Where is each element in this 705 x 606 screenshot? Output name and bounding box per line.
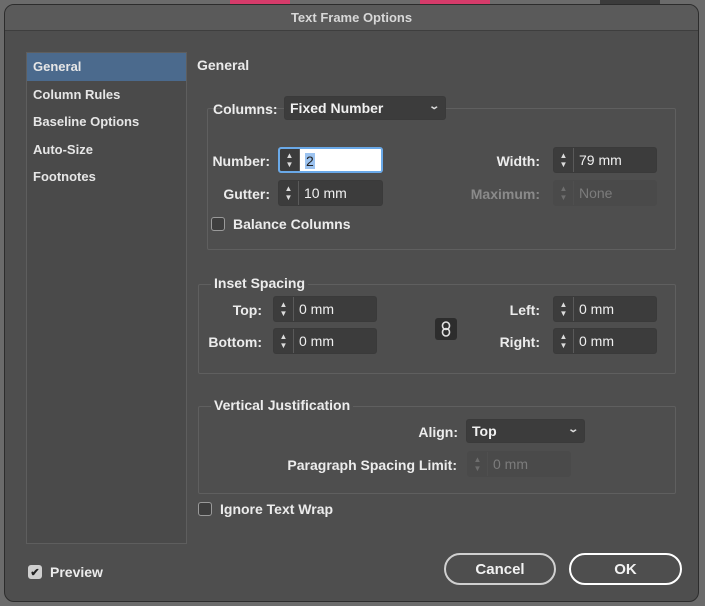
inset-right-stepper[interactable]: ▲ ▼ 0 mm [553, 328, 657, 354]
stepper-arrows-icon[interactable]: ▲ ▼ [554, 297, 574, 321]
paragraph-spacing-stepper: ▲ ▼ 0 mm [467, 451, 571, 477]
gutter-input[interactable]: 10 mm [299, 181, 382, 205]
maximum-label: Maximum: [470, 186, 540, 202]
inset-bottom-stepper[interactable]: ▲ ▼ 0 mm [273, 328, 377, 354]
inset-bottom-input[interactable]: 0 mm [294, 329, 376, 353]
align-label: Align: [418, 424, 458, 440]
balance-columns-label: Balance Columns [233, 216, 351, 232]
sidebar-item-column-rules[interactable]: Column Rules [27, 81, 186, 109]
inset-bottom-label: Bottom: [208, 334, 262, 350]
preview-checkbox[interactable]: ✔ Preview [28, 564, 103, 580]
stepper-arrows-icon[interactable]: ▲ ▼ [274, 297, 294, 321]
sidebar-item-baseline-options[interactable]: Baseline Options [27, 108, 186, 136]
chevron-down-icon: ⌄ [427, 101, 440, 112]
checkbox-box[interactable] [198, 502, 212, 516]
checkbox-box[interactable] [211, 217, 225, 231]
sidebar-item-auto-size[interactable]: Auto-Size [27, 136, 186, 164]
gutter-label: Gutter: [223, 186, 270, 202]
vertical-justification-group [198, 406, 676, 494]
checkmark-icon[interactable]: ✔ [28, 565, 42, 579]
ok-button[interactable]: OK [569, 553, 682, 585]
balance-columns-checkbox[interactable]: Balance Columns [211, 216, 350, 232]
ignore-text-wrap-label: Ignore Text Wrap [220, 501, 334, 517]
stepper-arrows-icon[interactable]: ▲ ▼ [554, 148, 574, 172]
stepper-arrows-icon[interactable]: ▲ ▼ [274, 329, 294, 353]
inset-top-label: Top: [232, 302, 262, 318]
number-label: Number: [212, 153, 270, 169]
paragraph-spacing-label: Paragraph Spacing Limit: [287, 457, 457, 473]
cancel-button[interactable]: Cancel [444, 553, 556, 585]
stepper-arrows-icon: ▲ ▼ [468, 452, 488, 476]
sidebar-item-general[interactable]: General [27, 53, 186, 81]
sidebar-item-footnotes[interactable]: Footnotes [27, 163, 186, 191]
chain-link-icon[interactable] [435, 318, 457, 340]
inset-right-input[interactable]: 0 mm [574, 329, 656, 353]
columns-mode-select[interactable]: Fixed Number ⌄ [284, 96, 446, 120]
preview-label: Preview [50, 564, 103, 580]
dialog-title: Text Frame Options [5, 5, 698, 31]
width-input[interactable]: 79 mm [574, 148, 656, 172]
ignore-text-wrap-checkbox[interactable]: Ignore Text Wrap [198, 501, 333, 517]
inset-spacing-title: Inset Spacing [211, 275, 309, 291]
stepper-arrows-icon[interactable]: ▲ ▼ [554, 329, 574, 353]
gutter-stepper[interactable]: ▲ ▼ 10 mm [278, 180, 383, 206]
vertical-justification-title: Vertical Justification [211, 397, 354, 413]
text-frame-options-dialog: Text Frame Options General Column Rules … [4, 4, 699, 602]
align-value: Top [472, 423, 497, 439]
inset-left-input[interactable]: 0 mm [574, 297, 656, 321]
columns-mode-value: Fixed Number [290, 100, 384, 116]
maximum-input: None [574, 181, 656, 205]
number-input[interactable]: 2 [305, 153, 315, 169]
sidebar: General Column Rules Baseline Options Au… [26, 52, 187, 544]
stepper-arrows-icon: ▲ ▼ [554, 181, 574, 205]
inset-left-label: Left: [509, 302, 540, 318]
chevron-down-icon: ⌄ [566, 424, 579, 435]
inset-right-label: Right: [499, 334, 540, 350]
columns-label: Columns: [213, 101, 278, 117]
number-stepper[interactable]: ▲ ▼ 2 [278, 147, 383, 173]
paragraph-spacing-input: 0 mm [488, 452, 570, 476]
stepper-arrows-icon[interactable]: ▲ ▼ [279, 181, 299, 205]
stepper-arrows-icon[interactable]: ▲ ▼ [280, 149, 300, 171]
page-title: General [197, 57, 250, 73]
align-select[interactable]: Top ⌄ [466, 419, 585, 443]
inset-top-stepper[interactable]: ▲ ▼ 0 mm [273, 296, 377, 322]
width-label: Width: [496, 153, 540, 169]
inset-top-input[interactable]: 0 mm [294, 297, 376, 321]
width-stepper[interactable]: ▲ ▼ 79 mm [553, 147, 657, 173]
inset-left-stepper[interactable]: ▲ ▼ 0 mm [553, 296, 657, 322]
maximum-stepper: ▲ ▼ None [553, 180, 657, 206]
